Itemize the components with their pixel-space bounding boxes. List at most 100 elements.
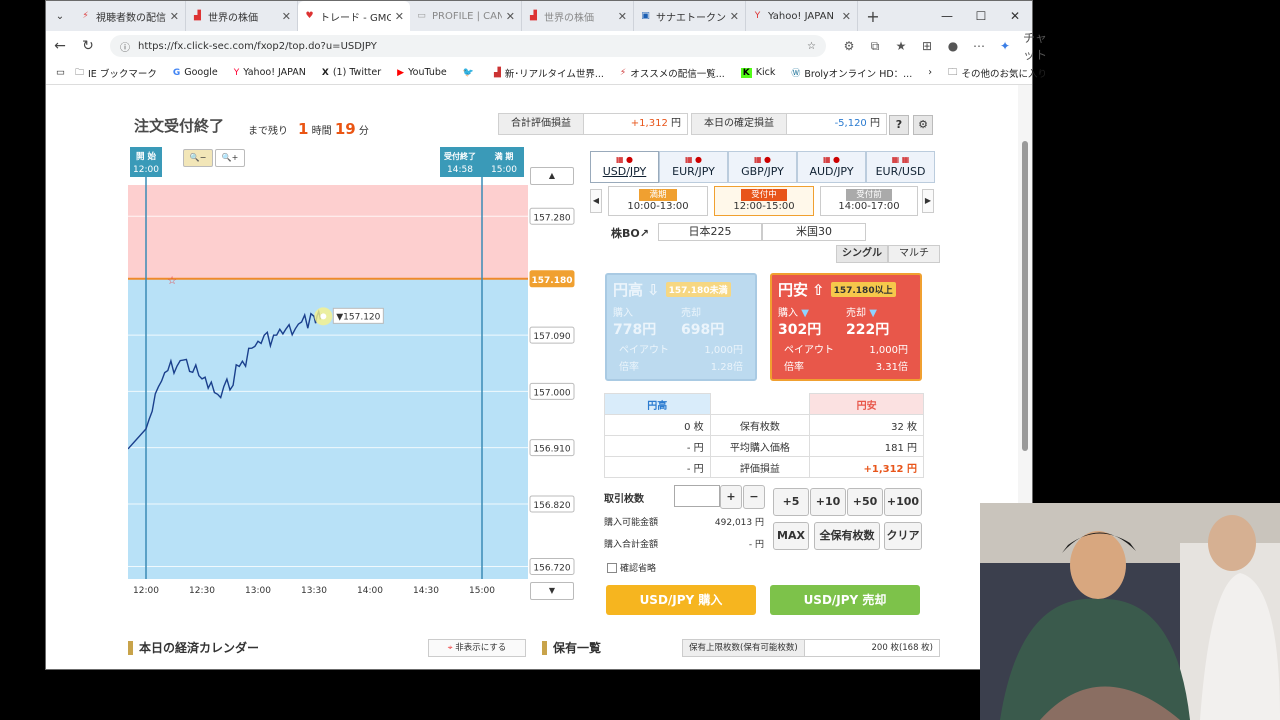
chevron-right-icon[interactable]: ›	[928, 67, 932, 78]
refresh-icon[interactable]: ↻	[74, 38, 102, 54]
confirm-skip-checkbox[interactable]	[607, 562, 617, 573]
session-tab[interactable]: 満期 10:00-13:00	[608, 186, 708, 216]
all-holdings-button[interactable]: 全保有枚数	[814, 522, 880, 550]
x-tick-label: 12:00	[133, 586, 159, 596]
scroll-up-button[interactable]: ▲	[530, 167, 574, 185]
bookmark-item[interactable]: ▭	[56, 67, 65, 78]
browser-tab-active[interactable]: ♥トレード - GMOクリ✕	[298, 1, 410, 31]
close-tab-icon[interactable]: ✕	[282, 10, 291, 23]
bookmark-item[interactable]: ▟ 新･リアルタイム世界...	[494, 66, 604, 80]
qty-minus-button[interactable]: −	[743, 485, 765, 509]
pair-tab[interactable]: ▦ ● EUR/JPY	[659, 151, 728, 183]
maximize-icon[interactable]: ☐	[964, 1, 998, 31]
browser-tab[interactable]: ▣サナエトークン協力の✕	[634, 1, 746, 31]
qty-add-5-button[interactable]: +5	[773, 488, 809, 516]
sell-button[interactable]: USD/JPY 売却	[770, 585, 920, 615]
arrow-up-icon: ⇧	[812, 280, 825, 299]
scroll-down-button[interactable]: ▼	[530, 582, 574, 600]
qty-add-10-button[interactable]: +10	[810, 488, 846, 516]
qty-add-100-button[interactable]: +100	[884, 488, 922, 516]
close-tab-icon[interactable]: ✕	[842, 10, 851, 23]
qty-plus-button[interactable]: +	[720, 485, 742, 509]
help-button[interactable]: ?	[889, 115, 909, 135]
product-tab-nikkei[interactable]: 日本225	[658, 223, 762, 241]
browser-window: ⌄ ⚡視聴者数の配信ー✕ ▟世界の株価✕ ♥トレード - GMOクリ✕ ▭PRO…	[45, 0, 1047, 670]
split-screen-icon[interactable]: ⧉	[862, 39, 888, 54]
pin-icon: ⌖	[447, 643, 453, 653]
tab-favicon-icon: ⚡	[82, 10, 89, 21]
minimize-icon[interactable]: —	[930, 1, 964, 31]
pair-tab[interactable]: ▦ ● USD/JPY	[590, 151, 659, 183]
session-tab[interactable]: 受付前 14:00-17:00	[820, 186, 918, 216]
close-tab-icon[interactable]: ✕	[506, 10, 515, 23]
browser-tab[interactable]: ▭PROFILE | CAND✕	[410, 1, 522, 31]
bookmark-item[interactable]: 🐦	[463, 68, 478, 78]
current-price-dot	[320, 313, 327, 320]
multi-mode-button[interactable]: マルチ	[888, 245, 940, 263]
buy-button[interactable]: USD/JPY 購入	[606, 585, 756, 615]
close-tab-icon[interactable]: ✕	[170, 10, 179, 23]
back-icon[interactable]: ←	[46, 38, 74, 54]
close-tab-icon[interactable]: ✕	[618, 10, 627, 23]
table-row: - 円評価損益 +1,312 円	[604, 456, 924, 478]
session-prev-icon[interactable]: ◀	[590, 189, 602, 213]
bookmark-item[interactable]: G Google	[173, 67, 218, 78]
settings-gear-icon[interactable]: ⚙	[913, 115, 933, 135]
holding-limit-box: 保有上限枚数(保有可能枚数) 200 枚(168 枚)	[682, 639, 940, 657]
session-tab-active[interactable]: 受付中 12:00-15:00	[714, 186, 814, 216]
copilot-icon[interactable]: ✦	[992, 39, 1018, 53]
bookmark-item[interactable]: ▶ YouTube	[397, 67, 447, 78]
currency-pair-tabs: ▦ ● USD/JPY ▦ ● EUR/JPY ▦ ● GBP/JPY ▦ ● AUD/…	[590, 151, 935, 183]
expiry-label: 満 期	[495, 151, 514, 161]
yahoo-icon: Y	[233, 67, 240, 78]
bookmark-item[interactable]: Y Yahoo! JAPAN	[234, 67, 306, 78]
y-tick-label: 156.720	[533, 563, 570, 573]
arrow-down-icon: ⇩	[647, 280, 660, 299]
session-next-icon[interactable]: ▶	[922, 189, 934, 213]
browser-tab[interactable]: ⚡視聴者数の配信ー✕	[74, 1, 186, 31]
close-tab-icon[interactable]: ✕	[395, 10, 404, 23]
zoom-in-icon[interactable]: 🔍+	[215, 149, 245, 167]
hide-calendar-button[interactable]: ⌖ 非表示にする	[428, 639, 526, 657]
close-tab-icon[interactable]: ✕	[730, 10, 739, 23]
browser-tab[interactable]: Y Yahoo! JAPAN ✕	[746, 1, 858, 31]
bookmark-item[interactable]: ⚡ オススメの配信一覧...	[620, 66, 725, 80]
zoom-out-icon[interactable]: 🔍−	[183, 149, 213, 167]
youtube-icon: ▶	[397, 67, 405, 78]
chat-label[interactable]: チャット	[1022, 29, 1048, 63]
browser-tab[interactable]: ▟ 世界の株価 ✕	[522, 1, 634, 31]
info-icon[interactable]: ⓘ	[120, 39, 130, 54]
yen-low-card[interactable]: 円安 ⇧ 157.180以上 購入 ▼ 302円 売却 ▼ 222円 ペイアウト 1,000…	[770, 273, 922, 381]
wordpress-icon: Ⓦ	[791, 69, 801, 79]
max-button[interactable]: MAX	[773, 522, 809, 550]
cutoff-label: 受付終了	[444, 151, 476, 161]
more-icon[interactable]: ⋯	[966, 39, 992, 53]
stock-bo-link[interactable]: 株BO↗	[611, 225, 649, 241]
other-favorites[interactable]: その他のお気に入り	[962, 66, 1048, 80]
yen-high-card[interactable]: 円高 ⇩ 157.180未満 購入 778円 売却 698円 ペイアウト 1,000円 倍率…	[605, 273, 757, 381]
favorites-icon[interactable]: ★	[888, 39, 914, 53]
high-zone	[128, 185, 528, 279]
single-mode-button[interactable]: シングル	[836, 245, 888, 263]
favorite-star-icon[interactable]: ☆	[807, 41, 816, 52]
browser-tab[interactable]: ▟ 世界の株価 ✕	[186, 1, 298, 31]
bookmark-item[interactable]: X (1) Twitter	[322, 67, 381, 78]
clear-button[interactable]: クリア	[884, 522, 922, 550]
profile-avatar-icon[interactable]: ●	[940, 39, 966, 53]
bookmark-item[interactable]: Ⓦ Brolyオンライン HD：...	[791, 66, 912, 80]
tab-list-chevron-icon[interactable]: ⌄	[46, 1, 74, 31]
qty-input[interactable]	[674, 485, 720, 507]
bookmark-item[interactable]: K Kick	[740, 67, 775, 78]
new-tab-icon[interactable]: +	[858, 7, 888, 26]
pair-tab[interactable]: ▦ ● GBP/JPY	[728, 151, 797, 183]
product-tab-us30[interactable]: 米国30	[762, 223, 866, 241]
close-window-icon[interactable]: ✕	[998, 1, 1032, 31]
bookmark-folder[interactable]: 🗀 IE ブックマーク	[75, 65, 157, 81]
collections-icon[interactable]: ⊞	[914, 39, 940, 53]
qty-add-50-button[interactable]: +50	[847, 488, 883, 516]
extensions-icon[interactable]: ⚙	[836, 39, 862, 53]
pair-tab[interactable]: ▦ ▦ EUR/USD	[866, 151, 935, 183]
url-field[interactable]: ⓘ https://fx.click-sec.com/fxop2/top.do?u…	[110, 35, 826, 57]
pair-tab[interactable]: ▦ ● AUD/JPY	[797, 151, 866, 183]
available-amount: 492,013 円	[714, 518, 764, 528]
